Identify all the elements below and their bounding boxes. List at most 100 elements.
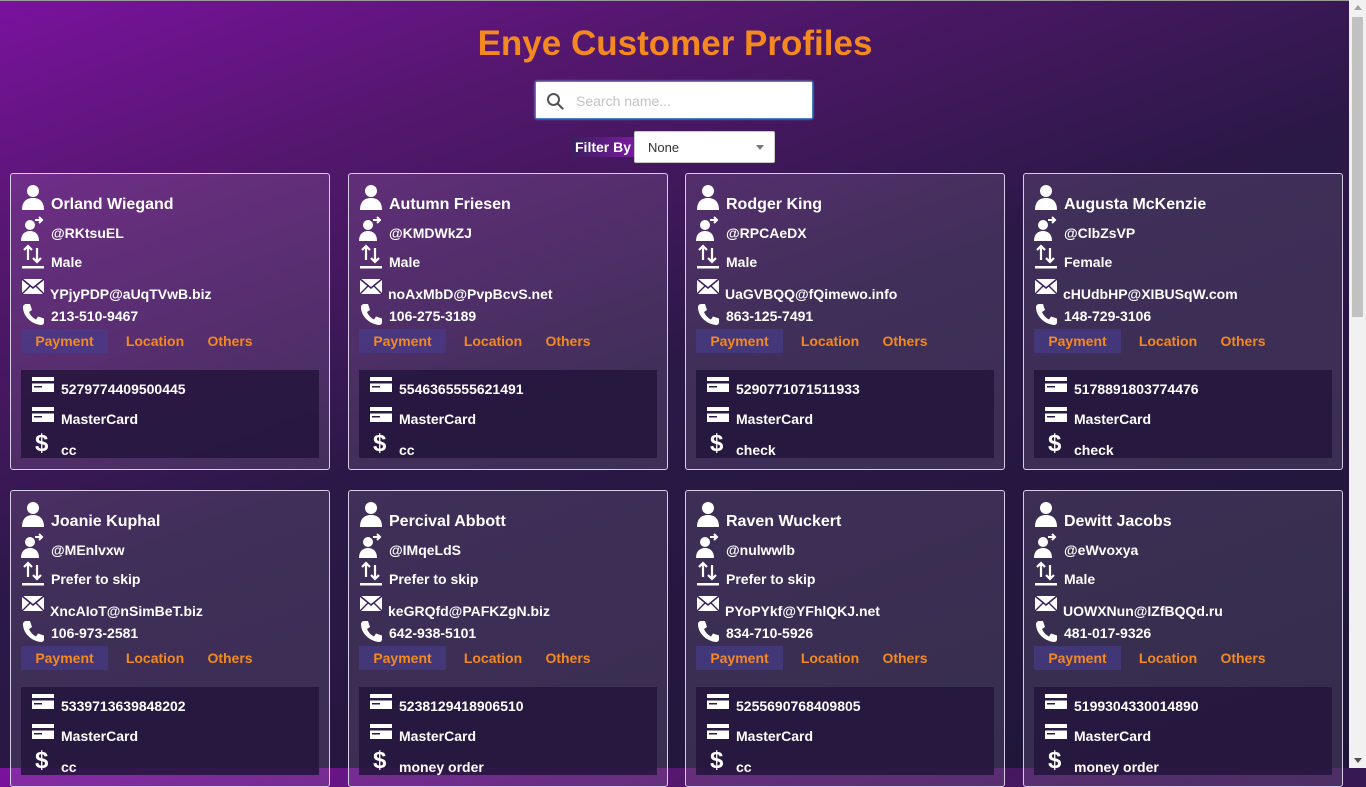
payment-card-type: MasterCard bbox=[736, 728, 814, 744]
user-icon bbox=[696, 501, 720, 527]
profile-name: Percival Abbott bbox=[389, 513, 506, 530]
payment-payment-method-row: $ money order bbox=[369, 747, 649, 775]
payment-payment-method-row: $ money order bbox=[1044, 747, 1324, 775]
phone-icon bbox=[1034, 618, 1058, 644]
envelope-icon bbox=[359, 591, 383, 617]
payment-card-number: 5279774409500445 bbox=[61, 381, 186, 397]
user-icon bbox=[21, 501, 45, 527]
profile-name-row: Rodger King bbox=[696, 184, 986, 213]
payment-card-type: MasterCard bbox=[61, 411, 139, 427]
tab-location[interactable]: Location bbox=[792, 646, 868, 670]
tab-payment[interactable]: Payment bbox=[21, 329, 108, 353]
user-share-icon bbox=[696, 215, 720, 241]
tab-others[interactable]: Others bbox=[539, 646, 597, 670]
profile-name-row: Autumn Friesen bbox=[359, 184, 649, 213]
dollar-icon: $ bbox=[369, 747, 393, 774]
phone-icon bbox=[359, 301, 383, 327]
profile-email-row: keGRQfd@PAFKZgN.biz bbox=[359, 591, 649, 619]
tab-location[interactable]: Location bbox=[792, 329, 868, 353]
tab-others[interactable]: Others bbox=[1214, 646, 1272, 670]
payment-panel: 5238129418906510 MasterCard $ money order bbox=[359, 687, 657, 775]
tab-payment[interactable]: Payment bbox=[1034, 646, 1121, 670]
tab-payment[interactable]: Payment bbox=[696, 329, 783, 353]
payment-card-number-row: 5290771071511933 bbox=[706, 373, 986, 397]
tab-payment[interactable]: Payment bbox=[359, 329, 446, 353]
profile-gender: Prefer to skip bbox=[51, 571, 141, 587]
tab-location[interactable]: Location bbox=[455, 329, 531, 353]
profile-name: Augusta McKenzie bbox=[1064, 196, 1207, 213]
tab-others[interactable]: Others bbox=[1214, 329, 1272, 353]
tab-others[interactable]: Others bbox=[539, 329, 597, 353]
payment-panel: 5199304330014890 MasterCard $ money order bbox=[1034, 687, 1332, 775]
tab-location[interactable]: Location bbox=[1130, 646, 1206, 670]
profile-name-row: Augusta McKenzie bbox=[1034, 184, 1324, 213]
payment-payment-method-row: $ check bbox=[1044, 430, 1324, 458]
tab-others[interactable]: Others bbox=[876, 329, 934, 353]
payment-panel: 5255690768409805 MasterCard $ cc bbox=[696, 687, 994, 775]
search-box[interactable] bbox=[535, 81, 813, 119]
profile-gender: Prefer to skip bbox=[726, 571, 816, 587]
profile-phone: 863-125-7491 bbox=[726, 308, 814, 324]
payment-payment-method-row: $ cc bbox=[706, 747, 986, 775]
profile-card: Rodger King @RPCAeDX Male UaGVBQQ@fQimewo.i… bbox=[685, 173, 1005, 470]
user-icon bbox=[359, 501, 383, 527]
search-input[interactable] bbox=[574, 88, 808, 114]
svg-text:$: $ bbox=[35, 747, 49, 771]
tab-others[interactable]: Others bbox=[201, 646, 259, 670]
envelope-icon bbox=[21, 591, 45, 617]
chevron-down-icon bbox=[756, 145, 764, 150]
profile-email-row: UOWXNun@IZfBQQd.ru bbox=[1034, 591, 1324, 619]
tab-location[interactable]: Location bbox=[117, 646, 193, 670]
payment-card-type-row: MasterCard bbox=[31, 720, 311, 744]
profile-username-row: @RPCAeDX bbox=[696, 215, 986, 241]
profile-name-row: Orland Wiegand bbox=[21, 184, 311, 213]
tab-others[interactable]: Others bbox=[201, 329, 259, 353]
user-icon bbox=[21, 184, 45, 210]
tab-location[interactable]: Location bbox=[1130, 329, 1206, 353]
payment-card-number-row: 5255690768409805 bbox=[706, 690, 986, 714]
profile-tabs: Payment Location Others bbox=[696, 329, 996, 353]
payment-card-type: MasterCard bbox=[1074, 411, 1152, 427]
profile-username: @MEnlvxw bbox=[51, 542, 125, 558]
profile-email: YPjyPDP@aUqTVwB.biz bbox=[50, 286, 212, 302]
tab-location[interactable]: Location bbox=[455, 646, 531, 670]
profile-tabs: Payment Location Others bbox=[696, 646, 996, 670]
envelope-icon bbox=[21, 274, 45, 300]
profile-phone: 834-710-5926 bbox=[726, 625, 814, 641]
tab-payment[interactable]: Payment bbox=[21, 646, 108, 670]
profile-gender: Female bbox=[1064, 254, 1113, 270]
profile-username-row: @KMDWkZJ bbox=[359, 215, 649, 241]
profile-username: @ClbZsVP bbox=[1064, 225, 1136, 241]
tab-payment[interactable]: Payment bbox=[696, 646, 783, 670]
tab-location[interactable]: Location bbox=[117, 329, 193, 353]
profile-username: @RPCAeDX bbox=[726, 225, 807, 241]
scroll-down-icon[interactable] bbox=[1354, 758, 1362, 763]
payment-payment-method-row: $ cc bbox=[31, 430, 311, 458]
dollar-icon: $ bbox=[31, 747, 55, 774]
profile-name: Joanie Kuphal bbox=[51, 513, 161, 530]
payment-panel: 5546365555621491 MasterCard $ cc bbox=[359, 370, 657, 458]
profile-gender-row: Male bbox=[1034, 561, 1324, 587]
scroll-up-icon[interactable] bbox=[1354, 5, 1362, 10]
scrollbar-thumb[interactable] bbox=[1352, 17, 1363, 317]
payment-card-number-row: 5178891803774476 bbox=[1044, 373, 1324, 397]
profile-tabs: Payment Location Others bbox=[359, 646, 659, 670]
tab-others[interactable]: Others bbox=[876, 646, 934, 670]
credit-card-icon bbox=[369, 373, 393, 397]
filter-select[interactable]: None bbox=[634, 131, 775, 163]
payment-panel: 5339713639848202 MasterCard $ cc bbox=[21, 687, 319, 775]
scrollbar[interactable] bbox=[1349, 0, 1366, 768]
credit-card-icon bbox=[706, 690, 730, 714]
credit-card-icon bbox=[1044, 403, 1068, 427]
profile-phone-row: 642-938-5101 bbox=[359, 618, 649, 644]
profile-tabs: Payment Location Others bbox=[359, 329, 659, 353]
tab-payment[interactable]: Payment bbox=[1034, 329, 1121, 353]
profile-name-row: Percival Abbott bbox=[359, 501, 649, 530]
payment-card-number: 5546365555621491 bbox=[399, 381, 524, 397]
window-top-border bbox=[0, 0, 1366, 1]
payment-card-number-row: 5279774409500445 bbox=[31, 373, 311, 397]
profile-gender-row: Male bbox=[21, 244, 311, 270]
profile-phone-row: 148-729-3106 bbox=[1034, 301, 1324, 327]
tab-payment[interactable]: Payment bbox=[359, 646, 446, 670]
sort-arrows-icon bbox=[359, 561, 383, 587]
